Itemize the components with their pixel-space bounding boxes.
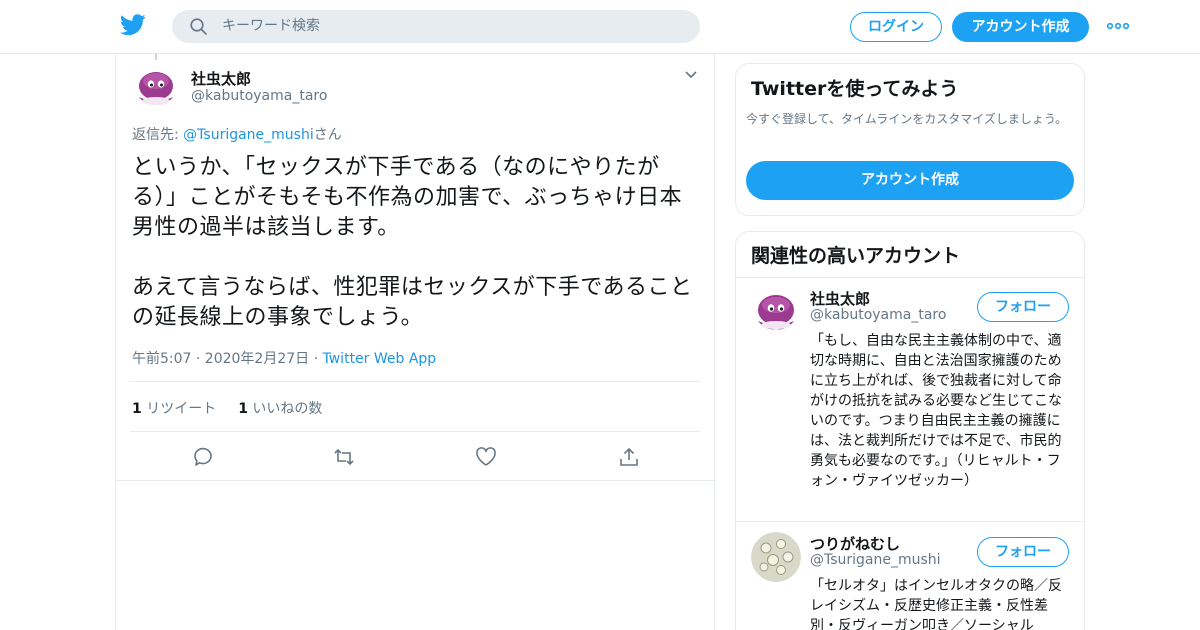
- reply-to-line: 返信先: @Tsurigane_mushiさん: [132, 124, 342, 144]
- thread-connector-line: [155, 54, 157, 60]
- signup-button[interactable]: アカウント作成: [952, 12, 1089, 42]
- tweet-metadata: 午前5:07 · 2020年2月27日 · Twitter Web App: [132, 348, 436, 368]
- search-icon: [190, 18, 207, 35]
- like-count[interactable]: 1: [238, 401, 248, 417]
- more-options-icon[interactable]: [1106, 16, 1130, 36]
- chevron-down-icon[interactable]: [684, 68, 698, 82]
- reply-prefix: 返信先:: [132, 127, 184, 143]
- reply-suffix: さん: [313, 127, 342, 143]
- related-account-handle[interactable]: @kabutoyama_taro: [810, 307, 946, 323]
- related-accounts-card: 関連性の高いアカウント 社虫太郎 @kabutoyama_taro フォロー 「…: [735, 231, 1085, 630]
- author-name[interactable]: 社虫太郎: [191, 68, 251, 89]
- tweet-timestamp[interactable]: 午前5:07 · 2020年2月27日 ·: [132, 351, 323, 367]
- twitter-bird-logo-icon[interactable]: [120, 14, 146, 36]
- related-account-handle[interactable]: @Tsurigane_mushi: [810, 552, 941, 568]
- divider: [736, 277, 1084, 278]
- tweet-source-app-link[interactable]: Twitter Web App: [323, 351, 437, 367]
- related-account-avatar[interactable]: [751, 287, 801, 337]
- login-button[interactable]: ログイン: [850, 12, 942, 42]
- signup-card-description: 今すぐ登録して、タイムラインをカスタマイズしましょう。: [746, 112, 1068, 126]
- search-box[interactable]: キーワード検索: [172, 10, 700, 43]
- divider: [736, 521, 1084, 522]
- related-account-bio: 「もし、自由な民主主義体制の中で、適切な時期に、自由と法治国家擁護のために立ち上…: [810, 333, 1062, 489]
- related-accounts-title: 関連性の高いアカウント: [751, 245, 961, 267]
- retweet-count[interactable]: 1: [132, 401, 142, 417]
- retweet-count-label[interactable]: リツイート: [146, 401, 216, 417]
- divider: [130, 381, 700, 382]
- signup-prompt-card: Twitterを使ってみよう 今すぐ登録して、タイムラインをカスタマイズしましょ…: [735, 63, 1085, 216]
- search-input[interactable]: キーワード検索: [222, 10, 682, 43]
- author-avatar[interactable]: [132, 64, 180, 112]
- author-handle[interactable]: @kabutoyama_taro: [191, 88, 327, 104]
- share-icon[interactable]: [618, 446, 640, 468]
- related-account-name[interactable]: 社虫太郎: [810, 288, 870, 309]
- top-navigation-bar: キーワード検索 ログイン アカウント作成: [0, 0, 1200, 54]
- follow-button[interactable]: フォロー: [977, 537, 1069, 567]
- related-account-avatar[interactable]: [751, 532, 801, 582]
- divider: [116, 480, 716, 481]
- tweet-detail-column: 社虫太郎 @kabutoyama_taro 返信先: @Tsurigane_mu…: [115, 54, 716, 630]
- reply-icon[interactable]: [192, 446, 214, 468]
- like-heart-icon[interactable]: [475, 446, 497, 468]
- tweet-body-text: というか、「セックスが下手である（なのにやりたがる）」ことがそもそも不作為の加害…: [132, 155, 693, 330]
- like-count-label[interactable]: いいねの数: [252, 401, 322, 417]
- related-account-name[interactable]: つりがねむし: [810, 533, 900, 554]
- signup-card-button[interactable]: アカウント作成: [746, 161, 1074, 200]
- follow-button[interactable]: フォロー: [977, 292, 1069, 322]
- retweet-icon[interactable]: [333, 446, 355, 468]
- divider: [130, 431, 700, 432]
- reply-mention-link[interactable]: @Tsurigane_mushi: [183, 127, 314, 143]
- signup-card-title: Twitterを使ってみよう: [751, 78, 959, 100]
- related-account-bio: 「セルオタ」はインセルオタクの略／反レイシズム・反歴史修正主義・反性差別・反ヴィ…: [810, 578, 1062, 630]
- tweet-stats: 1 リツイート 1 いいねの数: [132, 398, 322, 418]
